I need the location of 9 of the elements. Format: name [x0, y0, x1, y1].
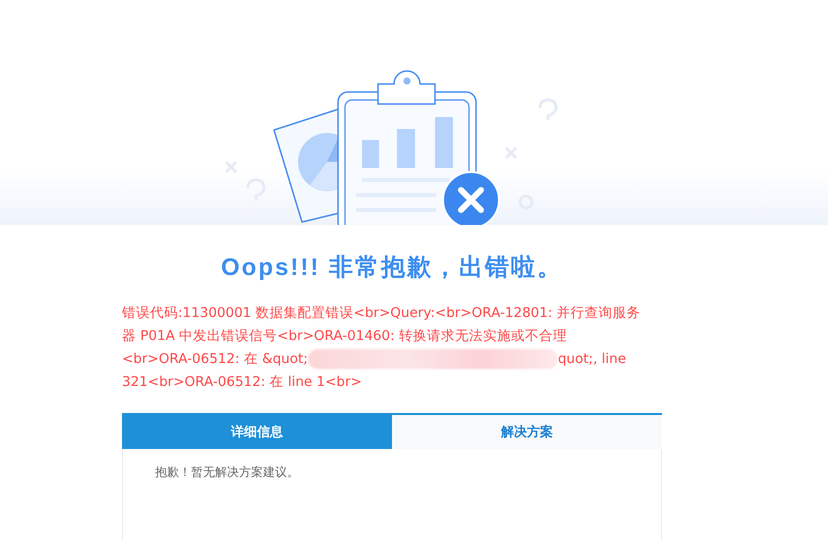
error-message: quot;, line [558, 350, 626, 366]
error-message: 321<br>ORA-06512: 在 line 1<br> [122, 372, 362, 390]
error-message: 器 P01A 中发出错误信号<br>ORA-01460: 转换请求无法实施或不合理 [122, 326, 567, 344]
panel-message: 抱歉！暂无解决方案建议。 [155, 465, 299, 479]
error-message: 错误代码:11300001 数据集配置错误<br>Query:<br>ORA-12801: 并行查询服务 [122, 304, 641, 322]
error-message: <br>ORA-06512: 在 &quot; [122, 350, 308, 368]
error-title: Oops!!! 非常抱歉，出错啦。 [221, 253, 563, 283]
tab[interactable]: 详细信息 [122, 415, 392, 449]
tab[interactable]: 解决方案 [392, 415, 662, 449]
